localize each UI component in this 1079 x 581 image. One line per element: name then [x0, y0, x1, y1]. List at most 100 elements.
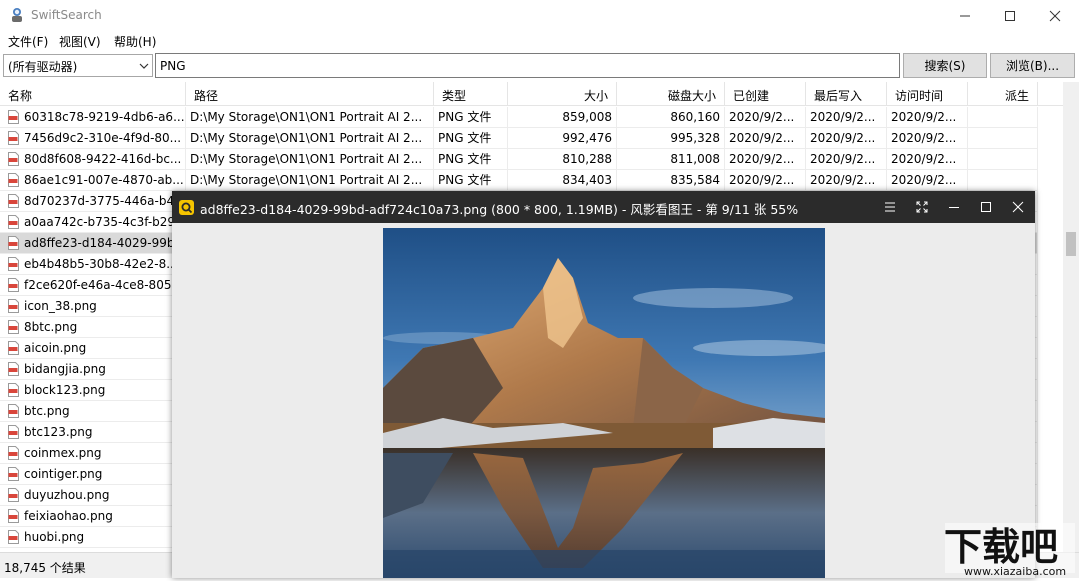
cell-type-text: PNG 文件: [438, 152, 492, 166]
cell-name: 7456d9c2-310e-4f9d-80...: [0, 128, 186, 149]
png-file-icon: [8, 383, 19, 397]
cell-written: 2020/9/2...: [806, 107, 887, 128]
search-input[interactable]: [155, 53, 900, 78]
viewer-title: ad8ffe23-d184-4029-99bd-adf724c10a73.png…: [200, 202, 799, 217]
cell-path-text: D:\My Storage\ON1\ON1 Portrait AI 2...: [190, 110, 423, 124]
maximize-icon: [1005, 10, 1015, 21]
cell-written: 2020/9/2...: [806, 170, 887, 191]
cell-size-text: 992,476: [562, 131, 612, 145]
column-name[interactable]: 名称: [0, 82, 186, 106]
cell-name-text: 86ae1c91-007e-4870-ab...: [24, 173, 184, 187]
close-button[interactable]: [1032, 0, 1078, 31]
cell-type: PNG 文件: [434, 107, 508, 128]
png-file-icon: [8, 236, 19, 250]
cell-name-text: icon_38.png: [24, 299, 97, 313]
image-viewer-window[interactable]: ad8ffe23-d184-4029-99bd-adf724c10a73.png…: [172, 191, 1035, 578]
cell-disk-text: 835,584: [670, 173, 720, 187]
png-file-icon: [8, 488, 19, 502]
close-icon: [1049, 10, 1061, 21]
viewer-minimize-button[interactable]: [938, 191, 970, 223]
cell-name-text: a0aa742c-b735-4c3f-b29: [24, 215, 176, 229]
cell-created-text: 2020/9/2...: [729, 173, 795, 187]
chevron-down-icon: [139, 63, 149, 69]
minimize-button[interactable]: [942, 0, 988, 31]
viewer-close-button[interactable]: [1002, 191, 1034, 223]
watermark-logo: 下载吧 www.xiazaiba.com: [944, 523, 1075, 578]
cell-written: 2020/9/2...: [806, 128, 887, 149]
drive-select[interactable]: (所有驱动器): [3, 54, 153, 77]
viewer-maximize-button[interactable]: [970, 191, 1002, 223]
cell-accessed-text: 2020/9/2...: [891, 152, 957, 166]
viewer-title-bar[interactable]: ad8ffe23-d184-4029-99bd-adf724c10a73.png…: [172, 191, 1035, 223]
cell-path: D:\My Storage\ON1\ON1 Portrait AI 2...: [186, 170, 434, 191]
png-file-icon: [8, 131, 19, 145]
png-file-icon: [8, 467, 19, 481]
table-row[interactable]: 60318c78-9219-4db6-a6... D:\My Storage\ON…: [0, 107, 1038, 128]
menu-view[interactable]: 视图(V): [59, 33, 101, 50]
column-size[interactable]: 大小: [508, 82, 617, 106]
cell-created: 2020/9/2...: [725, 149, 806, 170]
cell-disk: 860,160: [617, 107, 725, 128]
cell-path-text: D:\My Storage\ON1\ON1 Portrait AI 2...: [190, 173, 423, 187]
vertical-scrollbar[interactable]: [1063, 82, 1079, 552]
cell-name-text: bidangjia.png: [24, 362, 106, 376]
table-row[interactable]: 7456d9c2-310e-4f9d-80... D:\My Storage\ON…: [0, 128, 1038, 149]
png-file-icon: [8, 446, 19, 460]
viewer-logo-icon: [179, 200, 194, 215]
table-header: 名称 路径 类型 大小 磁盘大小 已创建 最后写入 访问时间 派生: [0, 82, 1063, 106]
viewer-menu-button[interactable]: [874, 191, 906, 223]
cell-disk-text: 995,328: [670, 131, 720, 145]
cell-name-text: ad8ffe23-d184-4029-99b: [24, 236, 175, 250]
result-count: 18,745 个结果: [4, 561, 86, 575]
png-file-icon: [8, 173, 19, 187]
cell-accessed: 2020/9/2...: [887, 107, 968, 128]
menu-help[interactable]: 帮助(H): [114, 33, 156, 50]
search-button[interactable]: 搜索(S): [903, 53, 987, 78]
cell-name: feixiaohao.png: [0, 506, 186, 527]
cell-path: D:\My Storage\ON1\ON1 Portrait AI 2...: [186, 107, 434, 128]
cell-name: btc123.png: [0, 422, 186, 443]
column-created[interactable]: 已创建: [725, 82, 806, 106]
cell-created: 2020/9/2...: [725, 128, 806, 149]
scrollbar-thumb[interactable]: [1066, 232, 1076, 256]
cell-created-text: 2020/9/2...: [729, 152, 795, 166]
cell-name: huobi.png: [0, 527, 186, 548]
cell-name-text: btc123.png: [24, 425, 93, 439]
cell-type-text: PNG 文件: [438, 131, 492, 145]
cell-name-text: 60318c78-9219-4db6-a6...: [24, 110, 185, 124]
minimize-icon: [949, 207, 959, 208]
cell-written-text: 2020/9/2...: [810, 173, 876, 187]
fullscreen-icon: [916, 201, 928, 213]
cell-path: D:\My Storage\ON1\ON1 Portrait AI 2...: [186, 149, 434, 170]
column-accessed[interactable]: 访问时间: [887, 82, 968, 106]
cell-name-text: cointiger.png: [24, 467, 103, 481]
cell-name-text: eb4b48b5-30b8-42e2-8...: [24, 257, 178, 271]
cell-size: 859,008: [508, 107, 617, 128]
column-path[interactable]: 路径: [186, 82, 434, 106]
viewer-fullscreen-button[interactable]: [906, 191, 938, 223]
column-derived[interactable]: 派生: [968, 82, 1038, 106]
table-row[interactable]: 80d8f608-9422-416d-bc... D:\My Storage\ON…: [0, 149, 1038, 170]
column-disk-size[interactable]: 磁盘大小: [617, 82, 725, 106]
cell-name: 80d8f608-9422-416d-bc...: [0, 149, 186, 170]
cell-name-text: 80d8f608-9422-416d-bc...: [24, 152, 182, 166]
cell-name: ad8ffe23-d184-4029-99b: [0, 233, 186, 254]
table-row[interactable]: 86ae1c91-007e-4870-ab... D:\My Storage\ON…: [0, 170, 1038, 191]
maximize-button[interactable]: [987, 0, 1033, 31]
browse-button[interactable]: 浏览(B)...: [990, 53, 1075, 78]
column-last-written[interactable]: 最后写入: [806, 82, 887, 106]
cell-size-text: 810,288: [562, 152, 612, 166]
cell-derived: [968, 107, 1038, 128]
cell-type-text: PNG 文件: [438, 110, 492, 124]
cell-path-text: D:\My Storage\ON1\ON1 Portrait AI 2...: [190, 131, 423, 145]
hamburger-icon: [885, 202, 895, 212]
cell-name: btc.png: [0, 401, 186, 422]
app-title: SwiftSearch: [31, 8, 102, 22]
cell-accessed-text: 2020/9/2...: [891, 173, 957, 187]
cell-written-text: 2020/9/2...: [810, 131, 876, 145]
menu-file[interactable]: 文件(F): [8, 33, 48, 50]
column-type[interactable]: 类型: [434, 82, 508, 106]
png-file-icon: [8, 530, 19, 544]
cell-name: f2ce620f-e46a-4ce8-805...: [0, 275, 186, 296]
cell-name: eb4b48b5-30b8-42e2-8...: [0, 254, 186, 275]
